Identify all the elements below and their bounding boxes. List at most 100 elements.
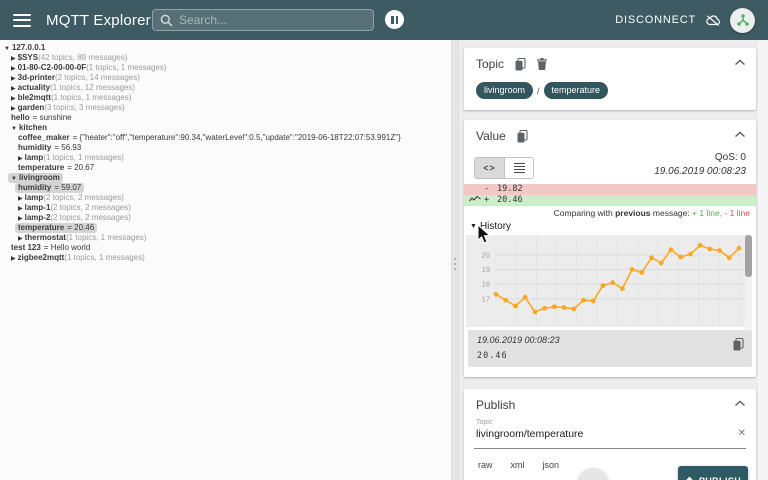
topic-name: temperature (18, 163, 64, 172)
topic-chip[interactable]: livingroom (476, 82, 533, 99)
svg-text:18: 18 (482, 280, 490, 289)
copy-value-icon[interactable] (517, 130, 528, 143)
tree-item[interactable]: ▶lamp-2(2 topics, 2 messages) (0, 213, 451, 223)
copy-topic-icon[interactable] (515, 58, 526, 71)
history-section-toggle[interactable]: ▼History (470, 221, 511, 232)
tree-item[interactable]: ▶zigbee2mqtt(1 topics, 1 messages) (0, 253, 451, 263)
connection-avatar[interactable] (730, 8, 755, 33)
tree-item-content: humidity= 56.93 (18, 143, 81, 153)
app-bar: MQTT Explorer DISCONNECT (0, 0, 768, 40)
topic-name: garden (18, 103, 45, 112)
collapse-arrow-icon[interactable]: ▼ (11, 176, 17, 182)
disconnect-button[interactable]: DISCONNECT (615, 14, 696, 26)
delete-topic-icon[interactable] (537, 58, 547, 70)
expand-arrow-icon[interactable]: ▶ (11, 96, 16, 102)
copy-history-icon[interactable] (733, 338, 744, 351)
compare-segment: - 1 line (722, 208, 750, 218)
tree-item[interactable]: ▶lamp-1(2 topics, 2 messages) (0, 203, 451, 213)
panel-divider[interactable] (451, 40, 459, 480)
topic-chip[interactable]: temperature (544, 82, 609, 99)
menu-icon[interactable] (13, 14, 31, 27)
compare-segment: + 1 line, (692, 208, 722, 218)
expand-arrow-icon[interactable]: ▶ (11, 256, 16, 262)
tree-item-content: ▶01-80-C2-00-00-0F(1 topics, 1 messages) (11, 63, 167, 73)
topic-separator: / (537, 86, 540, 96)
publish-button[interactable]: PUBLISH (678, 466, 748, 480)
topic-name: humidity (18, 183, 51, 192)
tree-item[interactable]: ▶3d-printer(2 topics, 14 messages) (0, 73, 451, 83)
tree-item[interactable]: temperature= 20.67 (0, 163, 451, 173)
search-box[interactable] (152, 9, 374, 31)
tree-item[interactable]: test 123= Hello world (0, 243, 451, 253)
collapse-arrow-icon[interactable]: ▼ (11, 126, 17, 132)
history-chart-svg: 17181920 (466, 235, 746, 327)
collapse-topic-icon[interactable] (734, 59, 746, 66)
app-title: MQTT Explorer (46, 12, 151, 29)
tree-item[interactable]: coffee_maker= {"heater":"off","temperatu… (0, 133, 451, 143)
tree-item[interactable]: ▶lamp(2 topics, 2 messages) (0, 193, 451, 203)
format-tab-xml[interactable]: xml (511, 460, 525, 470)
tree-item[interactable]: ▶thermostat(1 topics, 1 messages) (0, 233, 451, 243)
tree-item[interactable]: ▼kitchen (0, 123, 451, 133)
topic-name: lamp (25, 193, 44, 202)
collapse-value-icon[interactable] (734, 131, 746, 138)
expand-arrow-icon[interactable]: ▶ (18, 216, 23, 222)
detail-panel-scrollbar[interactable] (758, 40, 768, 480)
expand-arrow-icon[interactable]: ▶ (18, 236, 23, 242)
code-icon: <> (483, 163, 496, 173)
expand-arrow-icon[interactable]: ▶ (11, 76, 16, 82)
history-entry[interactable]: 19.06.2019 00:08:23 20.46 (468, 330, 752, 367)
topic-stats: (42 topics, 89 messages) (38, 53, 127, 62)
collapse-publish-icon[interactable] (734, 400, 746, 407)
tree-item-content: temperature= 20.67 (18, 163, 94, 173)
tree-item[interactable]: ▶actuality(1 topics, 12 messages) (0, 83, 451, 93)
history-scrollbar-thumb[interactable] (745, 235, 752, 277)
topic-value: = {"heater":"off","temperature":90.34,"w… (73, 133, 401, 142)
clear-topic-icon[interactable]: ✕ (738, 428, 746, 439)
svg-text:20: 20 (482, 250, 490, 259)
tree-item[interactable]: hello= sunshine (0, 113, 451, 123)
pause-button[interactable] (385, 10, 404, 29)
format-tab-json[interactable]: json (543, 460, 560, 470)
shrink-payload-button[interactable]: — (578, 468, 608, 480)
expand-arrow-icon[interactable]: ▶ (11, 66, 16, 72)
tree-item[interactable]: ▶01-80-C2-00-00-0F(1 topics, 1 messages) (0, 63, 451, 73)
topic-stats: (1 topics, 1 messages) (43, 153, 123, 162)
qos-label: QoS: 0 (715, 152, 746, 163)
publish-card-title: Publish (476, 398, 515, 412)
tree-item[interactable]: ▼livingroom (0, 173, 451, 183)
expand-arrow-icon[interactable]: ▶ (11, 106, 16, 112)
publish-topic-input[interactable] (476, 428, 726, 440)
tree-item[interactable]: ▼127.0.0.1 (0, 43, 451, 53)
diff-view-toggle[interactable]: <> (475, 158, 504, 178)
detail-panel: Topic livingroom/temperature Value <> Qo… (459, 40, 768, 480)
topic-tree-panel: ▼127.0.0.1▶$SYS(42 topics, 89 messages)▶… (0, 40, 451, 480)
tree-item[interactable]: humidity= 56.93 (0, 143, 451, 153)
topic-name: zigbee2mqtt (18, 253, 65, 262)
tree-item[interactable]: temperature= 20.46 (0, 223, 451, 233)
collapse-arrow-icon[interactable]: ▼ (4, 46, 10, 52)
search-icon (160, 14, 173, 27)
topic-stats: (1 topics, 1 messages) (66, 233, 146, 242)
expand-arrow-icon[interactable]: ▶ (11, 56, 16, 62)
tree-item[interactable]: ▶ble2mqtt(1 topics, 1 messages) (0, 93, 451, 103)
tree-item[interactable]: ▶$SYS(42 topics, 89 messages) (0, 53, 451, 63)
format-tab-raw[interactable]: raw (478, 460, 493, 470)
topic-name: test 123 (11, 243, 41, 252)
expand-arrow-icon[interactable]: ▶ (11, 86, 16, 92)
tree-item-content: ▶thermostat(1 topics, 1 messages) (18, 233, 146, 243)
tree-item[interactable]: ▶garden(3 topics, 3 messages) (0, 103, 451, 113)
tree-item-content: ▶lamp(2 topics, 2 messages) (18, 193, 124, 203)
search-input[interactable] (179, 13, 373, 27)
tree-item[interactable]: ▶lamp(1 topics, 1 messages) (0, 153, 451, 163)
divider-grip-icon[interactable] (454, 258, 456, 270)
expand-arrow-icon[interactable]: ▶ (18, 196, 23, 202)
topic-value: = 20.46 (67, 223, 94, 232)
tree-item[interactable]: humidity= 59.07 (0, 183, 451, 193)
raw-view-toggle[interactable] (504, 158, 533, 178)
topic-name: lamp (25, 153, 44, 162)
expand-arrow-icon[interactable]: ▶ (18, 156, 23, 162)
topic-name: 01-80-C2-00-00-0F (18, 63, 86, 72)
expand-arrow-icon[interactable]: ▶ (18, 206, 23, 212)
value-view-toggle: <> (474, 157, 534, 179)
